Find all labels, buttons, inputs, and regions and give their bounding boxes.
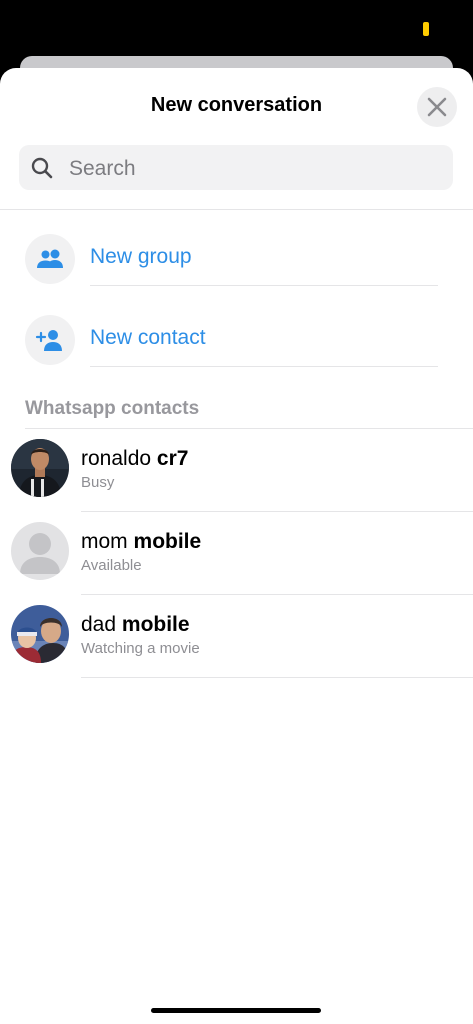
contact-name: mom mobile	[81, 530, 202, 553]
contact-name: ronaldo cr7	[81, 447, 189, 470]
new-conversation-sheet: New conversation New group	[0, 68, 473, 1024]
home-indicator[interactable]	[151, 1008, 321, 1013]
section-header: Whatsapp contacts	[25, 398, 200, 419]
contact-row[interactable]: dad mobile Watching a movie	[0, 595, 473, 678]
contact-name: dad mobile	[81, 613, 190, 636]
divider	[81, 677, 473, 678]
new-contact-row[interactable]: New contact	[0, 301, 473, 381]
avatar	[11, 522, 69, 580]
close-icon	[427, 97, 447, 117]
battery-icon	[423, 22, 429, 36]
new-group-row[interactable]: New group	[0, 220, 473, 300]
avatar	[11, 439, 69, 497]
sheet-title: New conversation	[150, 94, 323, 116]
new-group-label: New group	[90, 245, 192, 268]
divider	[90, 285, 438, 286]
contact-status: Available	[81, 557, 142, 574]
group-icon-circle	[25, 234, 75, 284]
search-icon	[31, 157, 53, 179]
group-icon	[37, 249, 63, 268]
new-contact-label: New contact	[90, 326, 206, 349]
contact-status: Busy	[81, 474, 115, 491]
contact-row[interactable]: ronaldo cr7 Busy	[0, 429, 473, 512]
divider	[0, 209, 473, 210]
contact-status: Watching a movie	[81, 640, 200, 657]
add-contact-icon	[35, 330, 62, 351]
divider	[90, 366, 438, 367]
status-bar	[0, 0, 473, 56]
avatar	[11, 605, 69, 663]
search-bar[interactable]	[19, 145, 453, 192]
search-input[interactable]	[67, 145, 441, 192]
contact-row[interactable]: mom mobile Available	[0, 512, 473, 595]
add-contact-icon-circle	[25, 315, 75, 365]
close-button[interactable]	[417, 87, 457, 127]
